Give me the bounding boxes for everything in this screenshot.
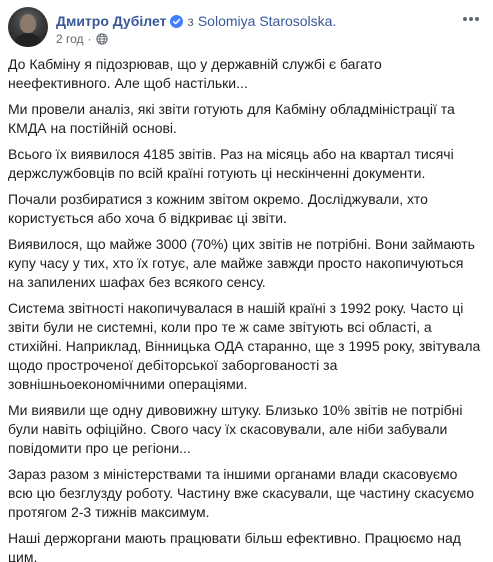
facebook-post: Дмитро Дубілет з Solomiya Starosolska. 2… [0, 0, 493, 562]
author-line: Дмитро Дубілет з Solomiya Starosolska. [56, 12, 336, 30]
post-paragraph: Всього їх виявилося 4185 звітів. Раз на … [8, 146, 454, 181]
post-timestamp-link[interactable]: 2 год [56, 32, 84, 46]
post-header: Дмитро Дубілет з Solomiya Starosolska. 2… [8, 7, 485, 51]
post-paragraph: Почали розбиратися з кожним звітом окрем… [8, 191, 428, 226]
post-paragraph: Зараз разом з міністерствами та іншими о… [8, 466, 475, 520]
more-options-icon [463, 17, 479, 21]
post-paragraph: Наші держоргани мають працювати більш еф… [8, 530, 461, 562]
author-name-link[interactable]: Дмитро Дубілет [56, 13, 166, 29]
more-options-button[interactable] [459, 11, 483, 27]
globe-icon[interactable] [95, 33, 108, 45]
post-paragraph: Ми виявили ще одну дивовижну штуку. Близ… [8, 402, 463, 456]
avatar-face [20, 14, 36, 33]
post-meta: 2 год · [56, 32, 108, 46]
post-paragraph: Виявилося, що майже 3000 (70%) цих звіті… [8, 236, 475, 290]
avatar-shoulders [12, 33, 44, 47]
with-label: з [187, 13, 194, 29]
post-paragraph: Система звітності накопичувалася в нашій… [8, 300, 481, 392]
post-body: До Кабміну я підозрював, що у державній … [8, 55, 482, 562]
post-paragraph: Ми провели аналіз, які звіти готують для… [8, 101, 455, 136]
verified-badge-icon [170, 14, 184, 28]
meta-separator: · [87, 32, 92, 46]
post-paragraph: До Кабміну я підозрював, що у державній … [8, 56, 382, 91]
tagged-user-link[interactable]: Solomiya Starosolska. [198, 13, 337, 29]
author-avatar[interactable] [8, 7, 48, 47]
